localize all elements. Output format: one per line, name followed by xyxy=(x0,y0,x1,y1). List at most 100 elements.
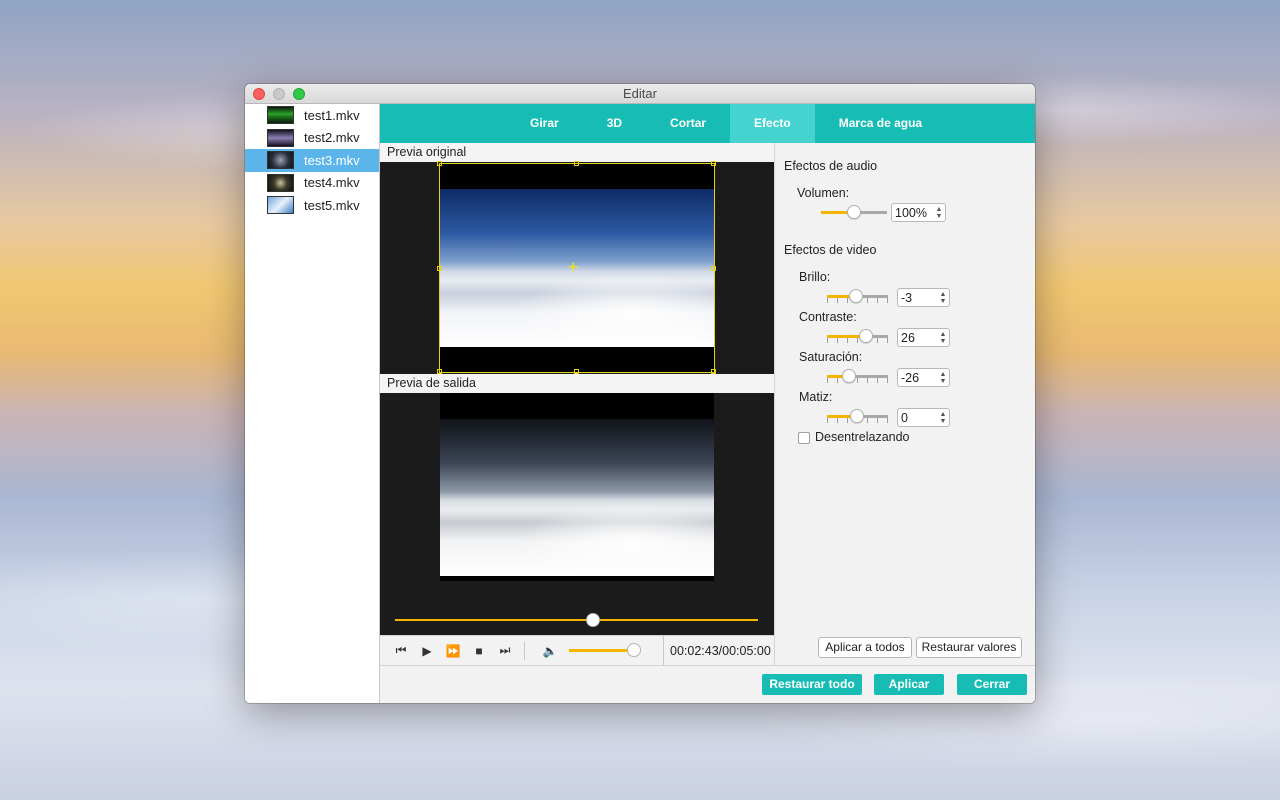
audio-volume-slider[interactable] xyxy=(821,205,887,219)
file-item-test1[interactable]: test1.mkv xyxy=(245,104,379,127)
crop-handle[interactable] xyxy=(711,161,716,166)
slider-knob[interactable] xyxy=(842,369,856,383)
restore-values-button[interactable]: Restaurar valores xyxy=(916,637,1022,658)
stepper-arrows-icon[interactable]: ▲ ▼ xyxy=(937,371,949,385)
brightness-stepper[interactable]: -3 ▲ ▼ xyxy=(897,288,950,307)
file-name: test1.mkv xyxy=(304,107,360,123)
window-title: Editar xyxy=(623,86,657,101)
video-thumbnail xyxy=(267,151,294,170)
slider-ticks xyxy=(827,338,888,343)
close-button[interactable]: Cerrar xyxy=(957,674,1027,695)
video-effects-title: Efectos de video xyxy=(784,243,877,257)
output-preview-label: Previa de salida xyxy=(380,374,774,393)
volume-label: Volumen: xyxy=(797,186,850,200)
title-bar: Editar xyxy=(245,84,1035,104)
skip-forward-icon[interactable]: ⏭ xyxy=(492,643,518,658)
fast-forward-icon[interactable]: ⏩ xyxy=(440,644,466,658)
audio-effects-title: Efectos de audio xyxy=(784,159,878,173)
crop-handle[interactable] xyxy=(437,369,442,374)
volume-slider[interactable] xyxy=(569,643,641,657)
hue-stepper[interactable]: 0 ▲ ▼ xyxy=(897,408,950,427)
video-thumbnail xyxy=(267,106,294,125)
slider-knob[interactable] xyxy=(859,329,873,343)
play-icon[interactable]: ▶ xyxy=(414,644,440,658)
volume-stepper[interactable]: 100% ▲ ▼ xyxy=(891,203,946,222)
tab-watermark[interactable]: Marca de agua xyxy=(815,104,946,143)
output-preview xyxy=(380,393,774,603)
stop-icon[interactable]: ■ xyxy=(466,644,492,658)
crop-handle[interactable] xyxy=(437,266,442,271)
file-name: test5.mkv xyxy=(304,197,360,213)
saturation-stepper[interactable]: -26 ▲ ▼ xyxy=(897,368,950,387)
output-video-image xyxy=(440,419,714,576)
contrast-value: 26 xyxy=(901,330,915,345)
stepper-arrows-icon[interactable]: ▲ ▼ xyxy=(937,411,949,425)
brightness-slider[interactable] xyxy=(827,289,888,303)
playback-controls: ⏮ ▶ ⏩ ■ ⏭ 🔈 00:02:43/00:05:00 xyxy=(380,635,774,666)
file-item-test5[interactable]: test5.mkv xyxy=(245,194,379,217)
stepper-arrows-icon[interactable]: ▲ ▼ xyxy=(937,331,949,345)
crosshair-icon: + xyxy=(568,257,579,277)
volume-value: 100% xyxy=(895,205,927,220)
contrast-label: Contraste: xyxy=(799,310,857,324)
video-thumbnail xyxy=(267,128,294,147)
deinterlace-checkbox[interactable] xyxy=(798,432,810,444)
minimize-window-button[interactable] xyxy=(273,88,285,100)
hue-value: 0 xyxy=(901,410,908,425)
saturation-slider[interactable] xyxy=(827,369,888,383)
tab-3d[interactable]: 3D xyxy=(583,104,646,143)
crop-handle[interactable] xyxy=(437,161,442,166)
crop-handle[interactable] xyxy=(574,369,579,374)
crop-handle[interactable] xyxy=(574,161,579,166)
saturation-label: Saturación: xyxy=(799,350,863,364)
preview-column: Previa original + Previa de salida xyxy=(380,143,774,603)
editor-window: Editar test1.mkv test2.mkv test3.mkv tes… xyxy=(245,84,1035,703)
slider-ticks xyxy=(827,378,888,383)
file-list: test1.mkv test2.mkv test3.mkv test4.mkv … xyxy=(245,104,380,703)
file-name: test4.mkv xyxy=(304,175,360,191)
stepper-arrows-icon[interactable]: ▲ ▼ xyxy=(933,206,945,220)
tab-effect[interactable]: Efecto xyxy=(730,104,815,143)
seek-knob[interactable] xyxy=(586,613,600,627)
deinterlace-label: Desentrelazando xyxy=(815,430,910,444)
slider-knob[interactable] xyxy=(847,205,861,219)
original-preview-label: Previa original xyxy=(380,143,774,162)
seek-bar[interactable] xyxy=(395,619,758,621)
volume-knob[interactable] xyxy=(627,643,641,657)
brightness-value: -3 xyxy=(901,290,913,305)
volume-icon[interactable]: 🔈 xyxy=(537,644,563,658)
video-thumbnail xyxy=(267,196,294,215)
saturation-value: -26 xyxy=(901,370,920,385)
crop-handle[interactable] xyxy=(711,266,716,271)
hue-slider[interactable] xyxy=(827,409,888,423)
tab-crop[interactable]: Cortar xyxy=(646,104,730,143)
contrast-slider[interactable] xyxy=(827,329,888,343)
apply-all-button[interactable]: Aplicar a todos xyxy=(818,637,912,658)
file-item-test2[interactable]: test2.mkv xyxy=(245,127,379,150)
stepper-arrows-icon[interactable]: ▲ ▼ xyxy=(937,291,949,305)
window-controls xyxy=(253,88,305,100)
crop-handle[interactable] xyxy=(711,369,716,374)
file-name: test2.mkv xyxy=(304,130,360,146)
close-window-button[interactable] xyxy=(253,88,265,100)
slider-knob[interactable] xyxy=(850,409,864,423)
video-thumbnail xyxy=(267,173,294,192)
restore-all-button[interactable]: Restaurar todo xyxy=(762,674,862,695)
apply-button[interactable]: Aplicar xyxy=(874,674,944,695)
maximize-window-button[interactable] xyxy=(293,88,305,100)
skip-back-icon[interactable]: ⏮ xyxy=(388,643,414,658)
file-item-test4[interactable]: test4.mkv xyxy=(245,172,379,195)
contrast-stepper[interactable]: 26 ▲ ▼ xyxy=(897,328,950,347)
file-item-test3[interactable]: test3.mkv xyxy=(245,149,379,172)
time-display: 00:02:43/00:05:00 xyxy=(663,635,771,666)
bottom-action-bar: Restaurar todo Aplicar Cerrar xyxy=(380,665,1035,703)
brightness-label: Brillo: xyxy=(799,270,831,284)
divider xyxy=(524,641,525,660)
hue-label: Matiz: xyxy=(799,390,833,404)
effects-panel: Efectos de audio Volumen: 100% ▲ ▼ Efecto… xyxy=(774,143,1035,665)
original-preview: + xyxy=(380,161,774,374)
file-name: test3.mkv xyxy=(304,152,360,168)
tab-bar: Girar 3D Cortar Efecto Marca de agua xyxy=(380,104,1035,143)
tab-rotate[interactable]: Girar xyxy=(506,104,583,143)
slider-knob[interactable] xyxy=(849,289,863,303)
